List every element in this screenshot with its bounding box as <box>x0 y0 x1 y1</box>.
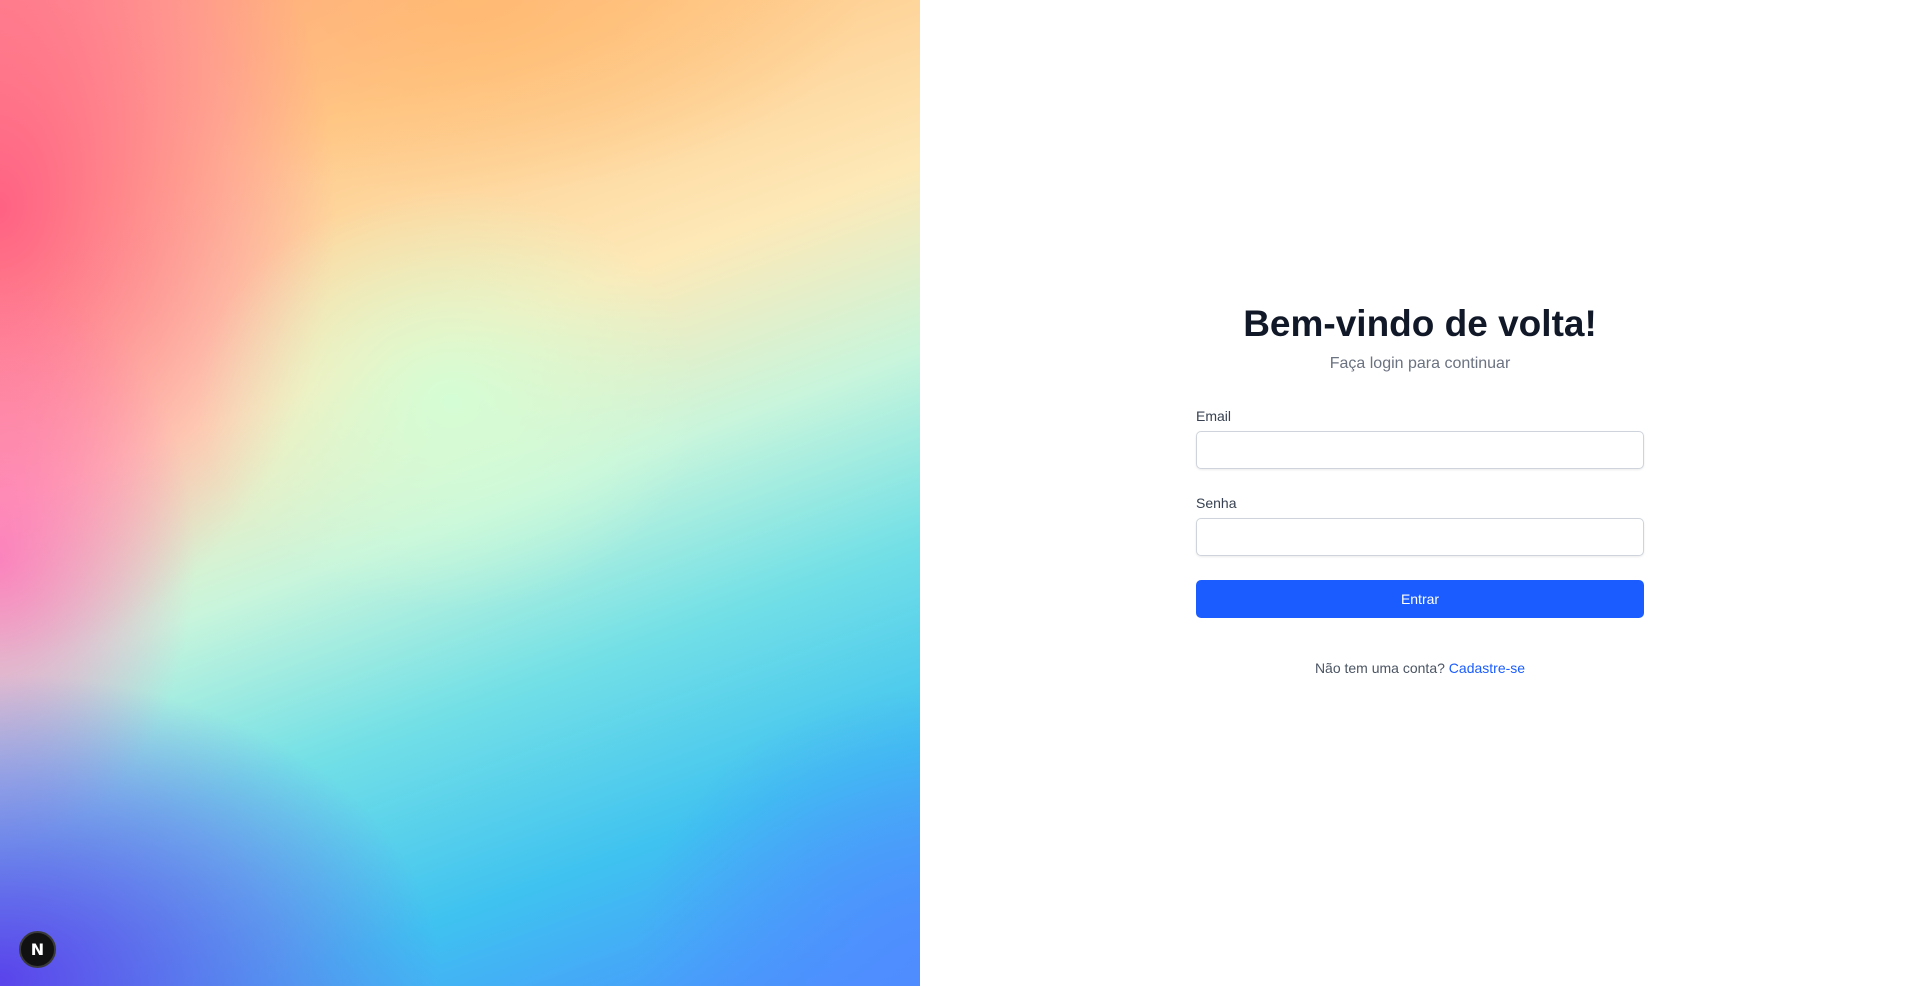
page-subtitle: Faça login para continuar <box>1329 355 1511 372</box>
signup-prompt-text: Não tem uma conta? <box>1314 660 1445 676</box>
email-input[interactable] <box>1196 431 1644 469</box>
email-label: Email <box>1196 408 1232 424</box>
password-label: Senha <box>1196 495 1237 511</box>
email-field-group: Email <box>1196 406 1644 469</box>
nextjs-dev-badge-icon[interactable]: N <box>19 931 56 968</box>
password-input[interactable] <box>1196 518 1644 556</box>
signup-link[interactable]: Cadastre-se <box>1449 660 1525 676</box>
login-panel: Bem-vindo de volta! Faça login para cont… <box>920 0 1919 988</box>
login-form: Bem-vindo de volta! Faça login para cont… <box>1196 298 1644 678</box>
gradient-hero-panel: N <box>0 0 920 986</box>
page-title: Bem-vindo de volta! <box>1243 303 1597 344</box>
password-field-group: Senha <box>1196 493 1644 556</box>
gradient-layer <box>0 0 920 986</box>
login-button[interactable]: Entrar <box>1196 580 1644 618</box>
login-page: N Bem-vindo de volta! Faça login para co… <box>0 0 1919 988</box>
signup-prompt: Não tem uma conta? Cadastre-se <box>1196 658 1644 678</box>
badge-letter: N <box>30 940 45 959</box>
